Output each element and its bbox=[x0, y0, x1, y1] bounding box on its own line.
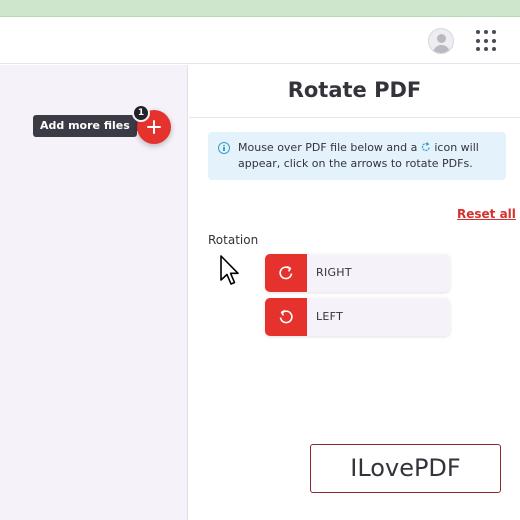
file-count-badge: 1 bbox=[132, 104, 150, 122]
apps-dot bbox=[484, 38, 488, 43]
rotation-label: Rotation bbox=[208, 233, 259, 247]
rotate-left-label: LEFT bbox=[316, 310, 344, 323]
apps-dot bbox=[476, 47, 480, 52]
info-text-start: Mouse over PDF file below and a bbox=[238, 141, 418, 154]
reset-all-link[interactable]: Reset all bbox=[457, 207, 516, 221]
rotate-hint-icon bbox=[421, 142, 430, 152]
page-title: Rotate PDF bbox=[287, 78, 422, 102]
rotate-left-icon-box bbox=[265, 298, 307, 336]
rotate-right-label: RIGHT bbox=[316, 266, 352, 279]
browser-top-strip bbox=[0, 0, 520, 17]
apps-dot bbox=[484, 30, 488, 34]
apps-dot bbox=[476, 30, 480, 34]
rotate-clockwise-icon bbox=[279, 265, 293, 280]
mouse-cursor-icon bbox=[220, 255, 239, 285]
rotate-right-button[interactable]: RIGHT bbox=[265, 254, 450, 292]
info-box: Mouse over PDF file below and a icon wil… bbox=[208, 132, 506, 180]
info-icon bbox=[218, 142, 230, 154]
title-divider bbox=[189, 117, 520, 118]
apps-dot bbox=[476, 38, 480, 43]
rotate-counterclockwise-icon bbox=[279, 309, 293, 324]
apps-dot bbox=[492, 38, 496, 43]
apps-dot bbox=[492, 47, 496, 52]
rotate-left-button[interactable]: LEFT bbox=[265, 298, 450, 336]
app-header bbox=[0, 18, 520, 64]
user-avatar-icon[interactable] bbox=[428, 28, 454, 54]
brand-logo: ILovePDF bbox=[310, 444, 501, 493]
add-files-tooltip: Add more files bbox=[33, 115, 143, 137]
avatar-head bbox=[437, 34, 446, 43]
apps-grid-icon[interactable] bbox=[476, 30, 498, 52]
plus-icon bbox=[147, 120, 161, 134]
apps-dot bbox=[492, 30, 496, 34]
rotate-right-icon-box bbox=[265, 254, 307, 292]
apps-dot bbox=[484, 47, 488, 52]
avatar-body bbox=[433, 45, 450, 53]
